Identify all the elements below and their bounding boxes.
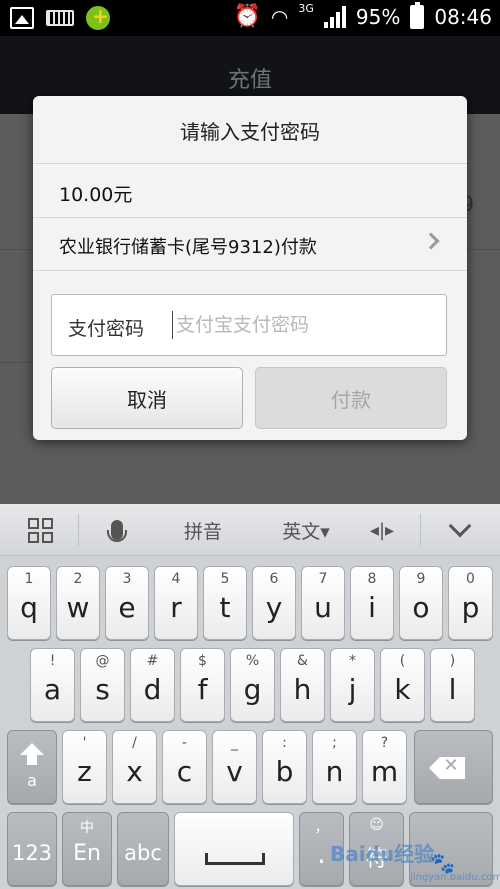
language-toggle-key[interactable]: 中 En: [62, 812, 112, 886]
key-o[interactable]: 9o: [399, 566, 443, 640]
space-icon: [205, 853, 265, 865]
key-t[interactable]: 5t: [203, 566, 247, 640]
keyboard-toolbar: 拼音 英文▾ ◂|▸: [0, 504, 500, 556]
cursor-move-icon[interactable]: ◂|▸: [360, 504, 404, 556]
page-title: 充值: [227, 68, 272, 93]
shift-arrow-stem: [27, 755, 37, 765]
key-d[interactable]: # d: [130, 648, 175, 722]
battery-percent: 95%: [355, 4, 401, 29]
key-f[interactable]: $ f: [180, 648, 225, 722]
signal-icon: [323, 5, 346, 28]
divider: [33, 270, 467, 271]
soft-keyboard: 拼音 英文▾ ◂|▸ 1q 2w 3e 4r 5t 6y 7u 8i 9o 0p…: [0, 504, 500, 889]
photo-icon: [10, 7, 34, 29]
status-left-icons: [10, 4, 110, 30]
divider: [0, 362, 34, 363]
payment-method-row[interactable]: 农业银行储蓄卡(尾号9312)付款: [33, 218, 467, 270]
key-m[interactable]: ? m: [362, 730, 407, 804]
key-k[interactable]: (k: [380, 648, 425, 722]
shift-key[interactable]: a: [7, 730, 57, 804]
key-s[interactable]: @ s: [80, 648, 125, 722]
status-right-icons: ⏰ ◠ 3G 95% 08:46: [233, 1, 492, 29]
watermark-logo: Baidu经验: [330, 842, 435, 866]
key-a[interactable]: ! a: [30, 648, 75, 722]
key-w[interactable]: 2w: [56, 566, 100, 640]
key-u[interactable]: 7u: [301, 566, 345, 640]
battery-icon: [410, 1, 425, 29]
pinyin-mode[interactable]: 拼音: [168, 504, 238, 556]
keyboard-icon: [46, 10, 74, 26]
payment-method-label: 农业银行储蓄卡(尾号9312)付款: [59, 237, 317, 258]
space-key[interactable]: [174, 812, 294, 886]
shift-arrow-icon: [20, 743, 44, 755]
watermark-url: jingyan.baidu.com: [410, 872, 500, 883]
key-c[interactable]: -c: [162, 730, 207, 804]
key-g[interactable]: % g: [230, 648, 275, 722]
app-badge-icon: [86, 4, 110, 30]
key-z[interactable]: ' z: [62, 730, 107, 804]
key-i[interactable]: 8i: [350, 566, 394, 640]
key-x[interactable]: / x: [112, 730, 157, 804]
dialog-title: 请输入支付密码: [180, 120, 320, 144]
language-switch[interactable]: 英文▾: [268, 504, 344, 556]
toolbar-separator: [420, 514, 421, 546]
toolbar-separator: [78, 514, 79, 546]
alarm-icon: ⏰: [233, 4, 261, 29]
grid-menu-icon[interactable]: [14, 504, 66, 556]
abc-key[interactable]: abc: [117, 812, 169, 886]
payment-dialog: 请输入支付密码 10.00元 农业银行储蓄卡(尾号9312)付款 支付密码 取消…: [33, 96, 467, 440]
hide-keyboard-icon[interactable]: [436, 504, 484, 556]
key-y[interactable]: 6y: [252, 566, 296, 640]
wifi-icon: ◠: [270, 4, 289, 29]
text-cursor: [172, 311, 173, 339]
status-bar: ⏰ ◠ 3G 95% 08:46: [0, 0, 500, 36]
key-v[interactable]: _ v: [212, 730, 257, 804]
key-r[interactable]: 4r: [154, 566, 198, 640]
key-h[interactable]: & h: [280, 648, 325, 722]
key-q[interactable]: 1q: [7, 566, 51, 640]
key-b[interactable]: :b: [262, 730, 307, 804]
backspace-key[interactable]: ✕: [414, 730, 493, 804]
numeric-mode-key[interactable]: 123: [7, 812, 57, 886]
key-n[interactable]: ; n: [312, 730, 357, 804]
password-label: 支付密码: [68, 318, 145, 340]
key-l[interactable]: ) l: [430, 648, 475, 722]
pay-button[interactable]: 付款: [255, 367, 447, 429]
password-input[interactable]: [176, 307, 438, 343]
key-e[interactable]: 3e: [105, 566, 149, 640]
divider: [33, 163, 467, 164]
password-field[interactable]: 支付密码: [51, 294, 447, 356]
microphone-icon[interactable]: [92, 504, 142, 556]
network-type: 3G: [298, 2, 314, 15]
key-j[interactable]: * j: [330, 648, 375, 722]
cancel-button[interactable]: 取消: [51, 367, 243, 429]
clock: 08:46: [434, 4, 492, 29]
chevron-right-icon: [422, 232, 440, 250]
key-p[interactable]: 0p: [448, 566, 493, 640]
backspace-x: ✕: [443, 755, 459, 776]
payment-amount: 10.00元: [59, 184, 133, 206]
shift-sub-label: a: [27, 771, 37, 790]
